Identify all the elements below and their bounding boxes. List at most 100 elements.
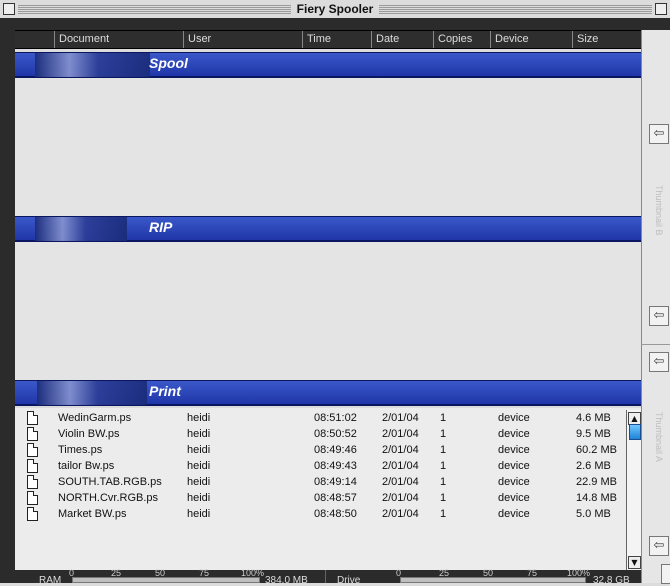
cell-time: 08:48:57: [314, 492, 357, 504]
column-user[interactable]: User: [183, 31, 302, 48]
print-label: Print: [149, 383, 181, 399]
document-icon: [27, 443, 38, 457]
rip-label: RIP: [149, 219, 173, 235]
cell-date: 2/01/04: [382, 492, 419, 504]
cell-copies: 1: [440, 492, 447, 504]
cell-date: 2/01/04: [382, 428, 419, 440]
thumbnail-b-label: Thumbnail B: [654, 185, 664, 236]
cell-device: device: [498, 508, 530, 520]
drawer-tab-left-arrow-icon[interactable]: ⇦: [649, 352, 669, 372]
table-row[interactable]: WedinGarm.ps heidi 08:51:02 2/01/04 1 device 4…: [15, 410, 626, 426]
drawer-tab-left-arrow-icon[interactable]: ⇦: [649, 306, 669, 326]
cell-user: heidi: [187, 492, 211, 504]
window-title-container: Fiery Spooler: [0, 0, 670, 18]
cell-size: 22.9 MB: [576, 476, 617, 488]
cell-date: 2/01/04: [382, 476, 419, 488]
spool-queue[interactable]: [15, 78, 641, 216]
print-queue-list[interactable]: WedinGarm.ps heidi 08:51:02 2/01/04 1 device 4…: [15, 408, 641, 570]
cell-time: 08:48:50: [314, 508, 357, 520]
cell-user: heidi: [187, 476, 211, 488]
frame-left: [0, 18, 15, 583]
drive-meter: [400, 577, 586, 583]
cell-device: device: [498, 428, 530, 440]
column-time[interactable]: Time: [302, 31, 371, 48]
cell-document: NORTH.Cvr.RGB.ps: [58, 492, 159, 504]
table-row[interactable]: NORTH.Cvr.RGB.ps heidi 08:48:57 2/01/04 1 dev…: [15, 490, 626, 506]
cell-user: heidi: [187, 508, 211, 520]
cell-device: device: [498, 412, 530, 424]
cell-device: device: [498, 476, 530, 488]
table-row[interactable]: SOUTH.TAB.RGB.ps heidi 08:49:14 2/01/04 1 dev…: [15, 474, 626, 490]
spool-band: Spool: [15, 52, 641, 78]
cell-document: WedinGarm.ps: [58, 412, 132, 424]
rip-banner-image: [35, 217, 127, 241]
cell-time: 08:49:43: [314, 460, 357, 472]
cell-user: heidi: [187, 444, 211, 456]
cell-document: Times.ps: [58, 444, 103, 456]
collapse-box-icon[interactable]: [655, 3, 667, 15]
cell-time: 08:51:02: [314, 412, 357, 424]
column-date[interactable]: Date: [371, 31, 433, 48]
drawer-tab-left-arrow-icon[interactable]: ⇦: [649, 124, 669, 144]
document-icon: [27, 427, 38, 441]
cell-device: device: [498, 444, 530, 456]
status-divider: [325, 570, 326, 583]
table-row[interactable]: Times.ps heidi 08:49:46 2/01/04 1 device 60.2 …: [15, 442, 626, 458]
spool-banner-image: [35, 53, 150, 77]
cell-document: Market BW.ps: [58, 508, 127, 520]
cell-document: SOUTH.TAB.RGB.ps: [58, 476, 162, 488]
cell-time: 08:50:52: [314, 428, 357, 440]
frame-top: [15, 18, 641, 30]
ram-label: RAM: [39, 575, 62, 586]
cell-size: 2.6 MB: [576, 460, 611, 472]
title-bar[interactable]: Fiery Spooler: [0, 0, 670, 19]
table-row[interactable]: Market BW.ps heidi 08:48:50 2/01/04 1 device 5…: [15, 506, 626, 522]
cell-document: Violin BW.ps: [58, 428, 120, 440]
column-copies[interactable]: Copies: [433, 31, 490, 48]
drawer-tab-left-arrow-icon[interactable]: ⇦: [649, 536, 669, 556]
ram-meter: [72, 577, 260, 583]
scroll-thumb[interactable]: [629, 424, 641, 440]
document-icon: [27, 491, 38, 505]
column-device[interactable]: Device: [490, 31, 572, 48]
document-icon: [27, 411, 38, 425]
drive-label: Drive: [337, 575, 361, 586]
drawer-top: [641, 18, 670, 30]
window-title: Fiery Spooler: [290, 2, 380, 16]
spool-label: Spool: [149, 55, 188, 71]
column-size[interactable]: Size: [572, 31, 641, 48]
rip-band: RIP: [15, 216, 641, 242]
cell-user: heidi: [187, 460, 211, 472]
table-row[interactable]: tailor Bw.ps heidi 08:49:43 2/01/04 1 device 2…: [15, 458, 626, 474]
print-banner-image: [37, 381, 147, 405]
cell-copies: 1: [440, 428, 447, 440]
cell-copies: 1: [440, 460, 447, 472]
cell-size: 60.2 MB: [576, 444, 617, 456]
ram-value: 384.0 MB: [265, 575, 308, 586]
column-document[interactable]: Document: [54, 31, 183, 48]
cell-copies: 1: [440, 476, 447, 488]
cell-size: 9.5 MB: [576, 428, 611, 440]
cell-size: 14.8 MB: [576, 492, 617, 504]
print-band: Print: [15, 380, 641, 406]
drive-value: 32.8 GB: [593, 575, 630, 586]
cell-document: tailor Bw.ps: [58, 460, 115, 472]
cell-time: 08:49:14: [314, 476, 357, 488]
cell-date: 2/01/04: [382, 460, 419, 472]
document-icon: [27, 507, 38, 521]
print-list-scrollbar[interactable]: ▲ ▼: [626, 410, 641, 570]
thumbnail-a-label: Thumbnail A: [654, 412, 664, 463]
resize-box-icon[interactable]: [661, 564, 670, 584]
cell-size: 5.0 MB: [576, 508, 611, 520]
cell-copies: 1: [440, 412, 447, 424]
rip-queue[interactable]: [15, 242, 641, 380]
table-row[interactable]: Violin BW.ps heidi 08:50:52 2/01/04 1 device 9…: [15, 426, 626, 442]
cell-date: 2/01/04: [382, 444, 419, 456]
scroll-down-icon[interactable]: ▼: [628, 556, 641, 569]
document-icon: [27, 475, 38, 489]
cell-device: device: [498, 460, 530, 472]
cell-device: device: [498, 492, 530, 504]
thumbnail-drawer: [641, 18, 670, 583]
document-icon: [27, 459, 38, 473]
cell-date: 2/01/04: [382, 412, 419, 424]
